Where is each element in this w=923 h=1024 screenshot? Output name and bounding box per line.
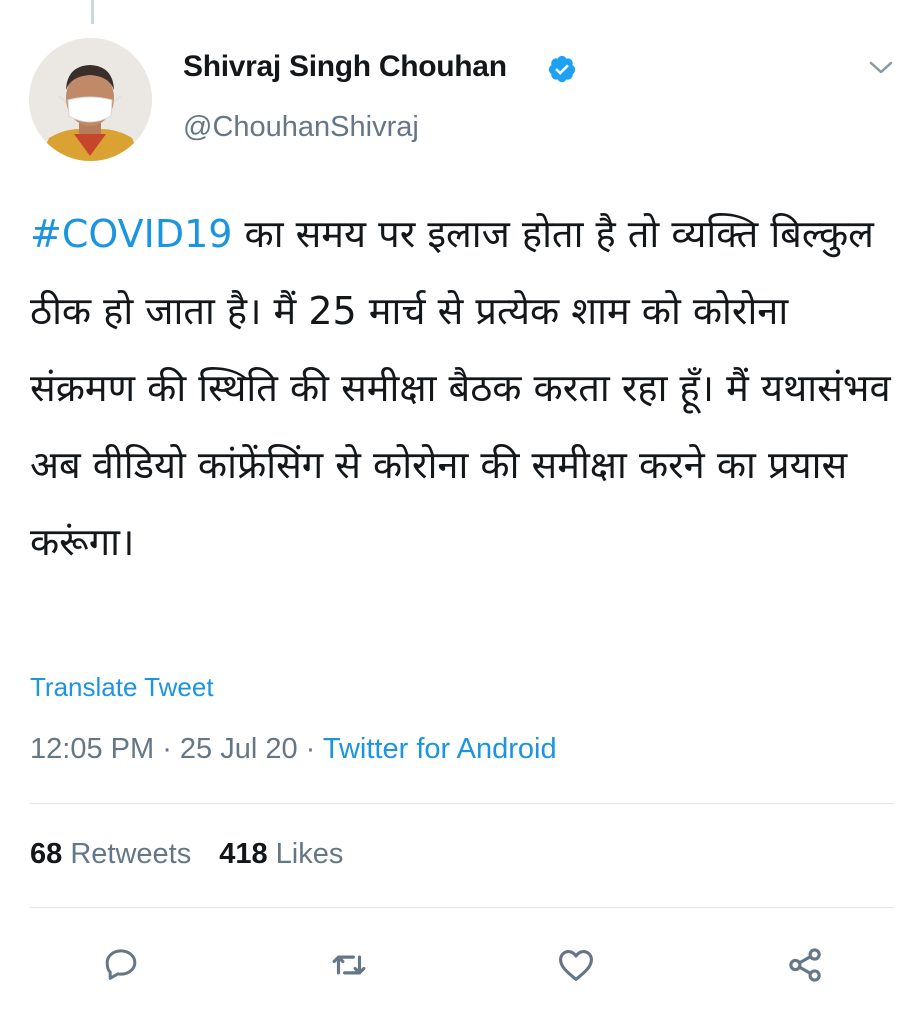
meta-separator: · <box>297 733 323 765</box>
tweet-body: का समय पर इलाज होता है तो व्यक्ति बिल्कु… <box>30 212 891 564</box>
retweets-label: Retweets <box>70 838 192 870</box>
meta-separator: · <box>154 733 180 765</box>
reply-button[interactable] <box>96 940 146 990</box>
tweet-actions <box>0 940 923 990</box>
heart-icon <box>559 949 593 981</box>
retweet-button[interactable] <box>324 940 374 990</box>
retweet-icon <box>332 955 366 975</box>
translate-tweet-link[interactable]: Translate Tweet <box>30 672 214 703</box>
likes-count: 418 <box>219 838 268 870</box>
verified-badge-icon <box>548 55 576 83</box>
avatar-image <box>29 38 152 161</box>
reply-icon <box>105 949 137 980</box>
tweet-stats: 68 Retweets 418 Likes <box>30 838 343 871</box>
tweet-date: 25 Jul 20 <box>179 733 298 765</box>
author-name[interactable]: Shivraj Singh Chouhan <box>183 50 507 84</box>
retweets-count: 68 <box>30 838 63 870</box>
author-handle[interactable]: @ChouhanShivraj <box>183 111 419 144</box>
likes-label: Likes <box>275 838 344 870</box>
divider <box>30 907 894 908</box>
hashtag-link[interactable]: #COVID19 <box>30 212 232 256</box>
tweet-source-link[interactable]: Twitter for Android <box>323 733 557 765</box>
avatar[interactable] <box>29 38 152 161</box>
retweets-stat[interactable]: 68 Retweets <box>30 838 191 870</box>
share-icon <box>789 948 821 982</box>
tweet-text: #COVID19 का समय पर इलाज होता है तो व्यक्… <box>30 196 900 581</box>
share-button[interactable] <box>780 940 830 990</box>
tweet-time: 12:05 PM <box>30 733 155 765</box>
chevron-down-icon[interactable] <box>866 58 896 78</box>
likes-stat[interactable]: 418 Likes <box>219 838 343 870</box>
tweet-meta: 12:05 PM · 25 Jul 20 · Twitter for Andro… <box>30 733 557 766</box>
divider <box>30 803 894 804</box>
thread-connector-line <box>91 0 94 24</box>
like-button[interactable] <box>551 940 601 990</box>
